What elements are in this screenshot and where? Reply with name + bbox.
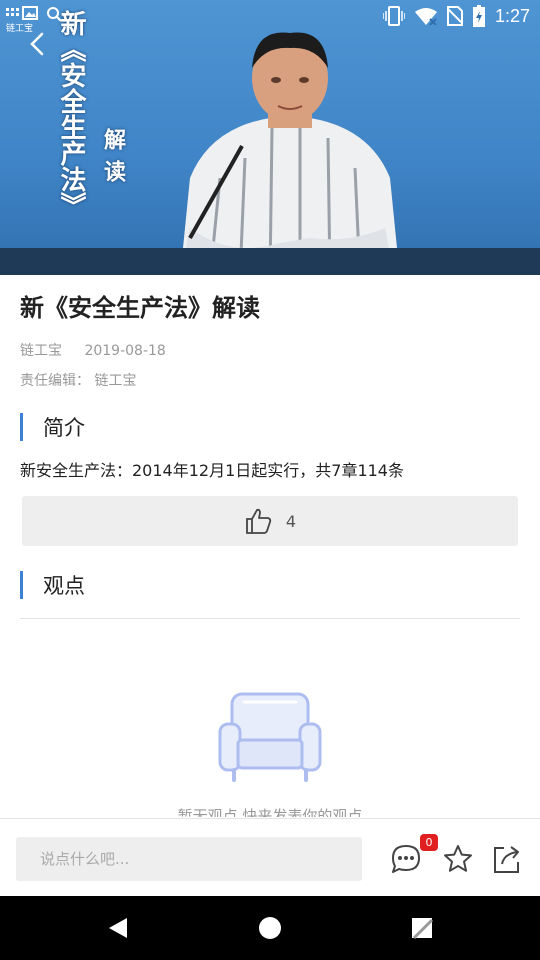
intro-heading: 简介 (20, 412, 85, 442)
divider (20, 618, 520, 619)
desk (0, 248, 540, 275)
article-source: 链工宝 (20, 343, 62, 359)
comment-input[interactable] (16, 837, 362, 881)
article-date: 2019-08-18 (84, 343, 166, 359)
opinions-heading-text: 观点 (43, 574, 85, 598)
nav-home-button[interactable] (258, 916, 282, 940)
sofa-icon (218, 692, 322, 782)
like-button[interactable]: 4 (22, 496, 518, 546)
grid-icon (6, 8, 19, 16)
comment-count-badge: 0 (420, 834, 438, 851)
article-title: 新《安全生产法》解读 (20, 294, 260, 322)
no-sim-icon (446, 6, 463, 26)
search-status-icon (47, 7, 62, 22)
wifi-icon (414, 8, 437, 25)
back-icon (30, 32, 44, 56)
video-title: 新《安全生产法》 (56, 10, 86, 218)
back-button[interactable] (26, 30, 50, 58)
article-editor: 责任编辑： 链工宝 (20, 373, 137, 389)
thumbs-up-icon (246, 508, 272, 534)
speaker-image (150, 32, 425, 275)
navigation-bar (0, 896, 540, 960)
article-meta: 链工宝 2019-08-18 (20, 340, 166, 360)
video-player[interactable]: 新《安全生产法》 解读 (0, 0, 540, 275)
intro-heading-text: 简介 (43, 416, 85, 440)
comment-icon (392, 845, 420, 873)
vibrate-icon (382, 6, 405, 26)
nav-home-icon (259, 917, 281, 939)
battery-icon (472, 5, 485, 27)
intro-text: 新安全生产法：2014年12月1日起实行，共7章114条 (20, 461, 404, 480)
nav-recents-button[interactable] (410, 916, 434, 940)
status-bar: 链工宝 1:27 (0, 0, 540, 34)
bottom-action-bar: 0 (0, 818, 540, 897)
image-icon (22, 6, 38, 20)
nav-recents-icon (412, 918, 434, 940)
share-icon (494, 846, 519, 873)
comment-button[interactable] (390, 843, 422, 875)
opinions-heading: 观点 (20, 570, 85, 600)
nav-back-icon (109, 918, 127, 938)
star-icon (444, 845, 472, 872)
share-button[interactable] (490, 843, 522, 875)
favorite-button[interactable] (442, 843, 474, 875)
video-subtitle: 解读 (100, 128, 125, 192)
section-accent-bar (20, 413, 23, 441)
empty-opinions-text: 暂无观点 快来发表你的观点 (177, 807, 363, 817)
like-count: 4 (285, 511, 297, 531)
status-time: 1:27 (494, 5, 530, 26)
notification-icons: 链工宝 (6, 6, 66, 34)
nav-back-button[interactable] (106, 916, 130, 940)
section-accent-bar (20, 571, 23, 599)
